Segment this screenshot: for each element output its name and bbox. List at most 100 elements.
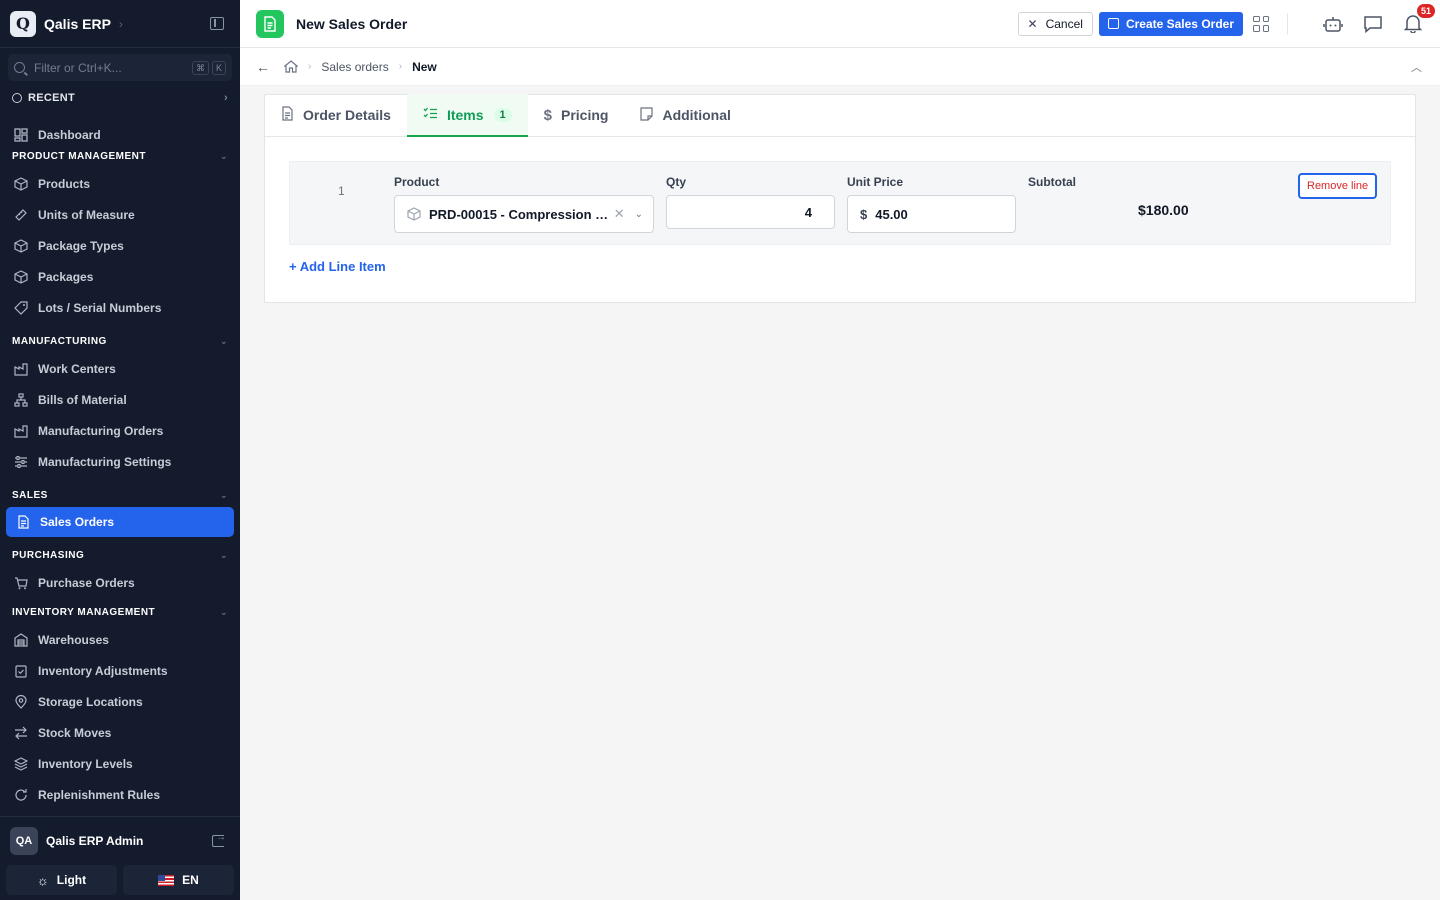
sidebar-item-label: Work Centers bbox=[38, 361, 116, 376]
user-name[interactable]: Qalis ERP Admin bbox=[46, 834, 143, 848]
app-name[interactable]: Qalis ERP bbox=[44, 16, 111, 32]
section-title: INVENTORY MANAGEMENT bbox=[12, 606, 156, 618]
sales-order-form-card: Order Details Items 1 $ Pricing Addition… bbox=[264, 94, 1416, 303]
clock-icon bbox=[12, 93, 22, 103]
sidebar-item-packages[interactable]: Packages bbox=[0, 261, 240, 292]
breadcrumb-sales-orders[interactable]: Sales orders bbox=[321, 60, 388, 74]
divider bbox=[1287, 12, 1288, 35]
sidebar-item-warehouses[interactable]: Warehouses bbox=[0, 624, 240, 655]
bot-icon[interactable] bbox=[1322, 13, 1344, 35]
hierarchy-icon bbox=[14, 392, 28, 407]
sidebar-item-label: Storage Locations bbox=[38, 694, 143, 709]
subtotal-value: $180.00 bbox=[1138, 202, 1189, 218]
sidebar-filter[interactable]: Filter or Ctrl+K... ⌘ K bbox=[8, 54, 232, 81]
chevron-down-icon: ⌄ bbox=[219, 150, 228, 161]
note-icon bbox=[640, 106, 654, 124]
tab-additional[interactable]: Additional bbox=[624, 94, 746, 136]
home-icon[interactable] bbox=[284, 60, 298, 73]
sidebar-item-sales-orders[interactable]: Sales Orders bbox=[6, 507, 234, 537]
app-logo[interactable]: Q bbox=[10, 10, 36, 37]
sidebar-item-purchase-orders[interactable]: Purchase Orders bbox=[0, 567, 240, 598]
section-inventory-management[interactable]: INVENTORY MANAGEMENT ⌄ bbox=[0, 600, 240, 624]
avatar[interactable]: QA bbox=[10, 826, 38, 855]
sidebar-item-units-of-measure[interactable]: Units of Measure bbox=[0, 199, 240, 230]
back-arrow-icon[interactable]: ← bbox=[256, 59, 270, 75]
add-line-item-button[interactable]: + Add Line Item bbox=[289, 259, 386, 274]
sidebar-item-replenishment-rules[interactable]: Replenishment Rules bbox=[0, 779, 240, 810]
box-icon bbox=[14, 238, 28, 253]
tab-label: Items bbox=[446, 107, 484, 123]
section-purchasing[interactable]: PURCHASING ⌄ bbox=[0, 543, 240, 567]
chevron-right-icon: › bbox=[398, 61, 403, 72]
create-sales-order-button[interactable]: Create Sales Order bbox=[1098, 11, 1243, 36]
breadcrumb: ← › Sales orders › New ︿ bbox=[240, 48, 1440, 86]
section-product-management[interactable]: PRODUCT MANAGEMENT ⌄ bbox=[0, 144, 240, 168]
section-title: SALES bbox=[12, 489, 48, 501]
logout-icon[interactable] bbox=[212, 832, 226, 847]
sidebar-item-lots-serial-numbers[interactable]: Lots / Serial Numbers bbox=[0, 292, 240, 323]
sliders-icon bbox=[14, 455, 28, 469]
close-icon: ✕ bbox=[1027, 16, 1038, 31]
recent-label: RECENT bbox=[28, 92, 76, 104]
sidebar-item-label: Inventory Levels bbox=[38, 756, 133, 771]
sidebar-item-storage-locations[interactable]: Storage Locations bbox=[0, 686, 240, 717]
section-sales[interactable]: SALES ⌄ bbox=[0, 483, 240, 507]
product-select[interactable]: PRD-00015 - Compression Sleeve ✕ ⌄ bbox=[394, 195, 654, 233]
cancel-label: Cancel bbox=[1045, 16, 1083, 31]
sidebar-item-inventory-adjustments[interactable]: Inventory Adjustments bbox=[0, 655, 240, 686]
sidebar-item-bills-of-material[interactable]: Bills of Material bbox=[0, 384, 240, 415]
line-item-row: 1 Product PRD-00015 - Compression Sleeve… bbox=[289, 161, 1391, 245]
language-button[interactable]: EN bbox=[123, 865, 234, 895]
unit-price-value: 45.00 bbox=[875, 206, 908, 222]
tab-order-details[interactable]: Order Details bbox=[265, 94, 407, 136]
save-icon bbox=[1107, 18, 1119, 29]
document-icon bbox=[281, 106, 294, 124]
theme-label: Light bbox=[56, 873, 87, 887]
sidebar-item-stock-moves[interactable]: Stock Moves bbox=[0, 717, 240, 748]
sidebar-item-label: Warehouses bbox=[38, 632, 109, 647]
sidebar-item-inventory-levels[interactable]: Inventory Levels bbox=[0, 748, 240, 779]
chat-icon[interactable] bbox=[1362, 13, 1384, 35]
cart-icon bbox=[14, 576, 28, 590]
filter-input[interactable]: Filter or Ctrl+K... bbox=[34, 61, 189, 75]
theme-toggle-button[interactable]: ☼ Light bbox=[6, 865, 117, 895]
cube-icon bbox=[407, 207, 421, 221]
collapse-sidebar-icon[interactable] bbox=[210, 17, 224, 30]
apps-grid-icon[interactable] bbox=[1253, 15, 1269, 32]
chevron-down-icon[interactable]: ⌄ bbox=[635, 209, 643, 220]
sidebar-item-label: Dashboard bbox=[38, 127, 101, 142]
unit-price-input[interactable]: $ 45.00 bbox=[847, 195, 1016, 233]
factory-icon bbox=[14, 362, 28, 376]
cube-icon bbox=[14, 176, 28, 191]
form-tabs: Order Details Items 1 $ Pricing Addition… bbox=[265, 94, 1415, 137]
sidebar-item-label: Products bbox=[38, 176, 91, 191]
sidebar-item-products[interactable]: Products bbox=[0, 168, 240, 199]
section-manufacturing[interactable]: MANUFACTURING ⌄ bbox=[0, 329, 240, 353]
tab-label: Pricing bbox=[560, 107, 609, 123]
product-label: Product bbox=[394, 175, 440, 189]
sidebar-item-package-types[interactable]: Package Types bbox=[0, 230, 240, 261]
sidebar-item-manufacturing-orders[interactable]: Manufacturing Orders bbox=[0, 415, 240, 446]
sidebar-item-label: Units of Measure bbox=[38, 207, 135, 222]
sidebar-item-work-centers[interactable]: Work Centers bbox=[0, 353, 240, 384]
remove-line-button[interactable]: Remove line bbox=[1298, 173, 1378, 199]
chevron-up-icon[interactable]: ︿ bbox=[1411, 59, 1422, 75]
sidebar-item-manufacturing-settings[interactable]: Manufacturing Settings bbox=[0, 446, 240, 477]
product-value: PRD-00015 - Compression Sleeve bbox=[429, 206, 610, 222]
section-title: PRODUCT MANAGEMENT bbox=[12, 150, 146, 162]
cancel-button[interactable]: ✕ Cancel bbox=[1017, 11, 1093, 36]
clear-icon[interactable]: ✕ bbox=[614, 206, 625, 222]
chevron-right-icon[interactable]: › bbox=[119, 17, 123, 31]
tab-label: Order Details bbox=[303, 107, 391, 123]
sidebar-item-label: Purchase Orders bbox=[38, 575, 135, 590]
layers-icon bbox=[14, 756, 28, 771]
notifications-bell-icon[interactable]: 51 bbox=[1402, 3, 1435, 35]
tab-items[interactable]: Items 1 bbox=[406, 94, 528, 137]
clipboard-check-icon bbox=[14, 664, 28, 678]
qty-input[interactable]: 4 bbox=[666, 195, 835, 229]
tab-pricing[interactable]: $ Pricing bbox=[528, 94, 625, 136]
recent-toggle[interactable]: RECENT › bbox=[0, 87, 240, 109]
package-icon bbox=[14, 269, 28, 284]
items-count-badge: 1 bbox=[493, 108, 512, 122]
sidebar-item-label: Stock Moves bbox=[38, 725, 112, 740]
